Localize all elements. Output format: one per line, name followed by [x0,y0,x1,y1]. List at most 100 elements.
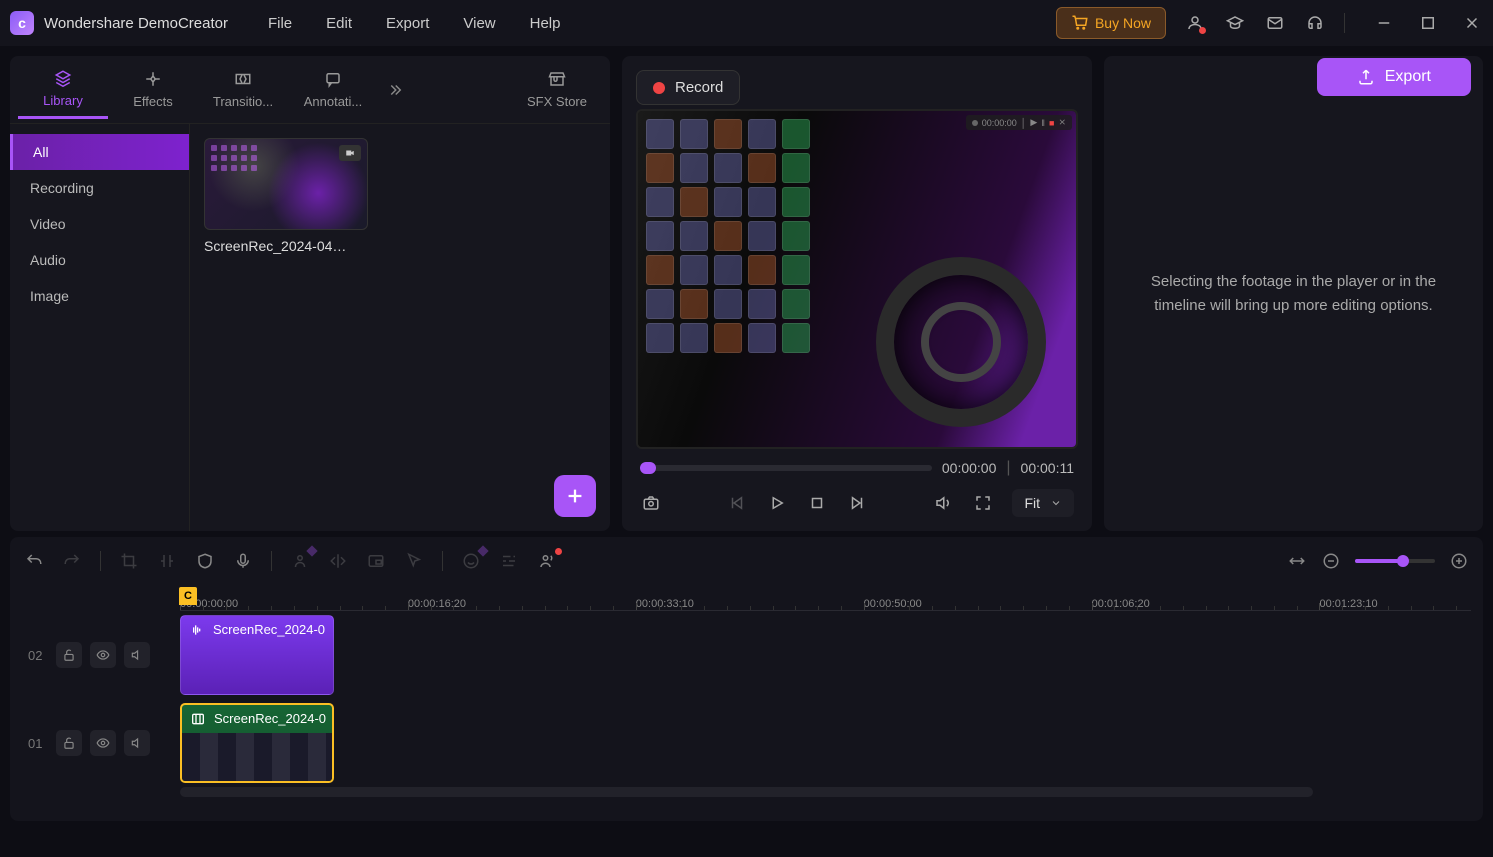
tab-sfx-label: SFX Store [527,94,587,109]
eye-icon [96,648,110,662]
annotation-icon [324,70,342,88]
menu-file[interactable]: File [268,15,292,32]
zoom-slider-thumb[interactable] [1397,555,1409,567]
clip-name: ScreenRec_2024-04… [204,238,368,254]
cat-audio[interactable]: Audio [10,242,189,278]
user-icon [1186,14,1204,32]
track-number: 02 [28,648,48,663]
snapshot-button[interactable] [640,492,662,514]
redo-icon [63,552,81,570]
person-cutout-icon [291,552,309,570]
fullscreen-button[interactable] [972,492,994,514]
track-mute-button[interactable] [124,642,150,668]
step-back-icon [728,494,746,512]
video-badge-icon [339,145,361,161]
crop-button[interactable] [119,551,139,571]
menu-edit[interactable]: Edit [326,15,352,32]
undo-button[interactable] [24,551,44,571]
current-time: 00:00:00 [942,460,997,476]
track-row-1: 01 ScreenRec_2024-0 [10,699,1483,787]
mail-button[interactable] [1264,12,1286,34]
cat-video[interactable]: Video [10,206,189,242]
export-button[interactable]: Export [1317,58,1471,96]
ai-voice-button[interactable] [537,551,557,571]
ai-cutout-button[interactable] [290,551,310,571]
track-visibility-button[interactable] [90,642,116,668]
maximize-button[interactable] [1417,12,1439,34]
redo-button[interactable] [62,551,82,571]
progress-thumb[interactable] [640,462,656,474]
minimize-button[interactable] [1373,12,1395,34]
person-voice-icon [538,552,556,570]
fit-timeline-button[interactable] [1287,551,1307,571]
preview-content [876,257,1046,427]
timeline-toolbar [10,537,1483,585]
marker-button[interactable] [195,551,215,571]
fit-dropdown[interactable]: Fit [1012,489,1074,517]
zoom-in-button[interactable] [1449,551,1469,571]
close-icon [1463,14,1481,32]
next-frame-button[interactable] [846,492,868,514]
store-icon [548,70,566,88]
mirror-button[interactable] [328,551,348,571]
user-account-button[interactable] [1184,12,1206,34]
clip-label: ScreenRec_2024-0 [214,711,328,726]
buy-now-button[interactable]: Buy Now [1056,7,1166,39]
pip-icon [367,552,385,570]
mic-icon [234,552,252,570]
preview-viewport[interactable]: 00:00:00 │▶‖■⨯ [636,109,1078,449]
tab-effects[interactable]: Effects [108,62,198,117]
transition-icon [234,70,252,88]
zoom-out-button[interactable] [1321,551,1341,571]
volume-icon [934,494,952,512]
cat-all[interactable]: All [10,134,189,170]
support-button[interactable] [1304,12,1326,34]
prev-frame-button[interactable] [726,492,748,514]
cursor-button[interactable] [404,551,424,571]
record-dot-icon [653,82,665,94]
track-row-2: 02 C ScreenRec_2024-0 [10,611,1483,699]
cat-recording[interactable]: Recording [10,170,189,206]
timeline-clip-audio[interactable]: ScreenRec_2024-0 [180,615,334,695]
track-lock-button[interactable] [56,642,82,668]
timeline-ruler[interactable]: 00:00:00:0000:00:16:2000:00:33:1000:00:5… [180,585,1471,611]
library-tabs: Library Effects Transitio... Annotati...… [10,56,610,124]
cat-image[interactable]: Image [10,278,189,314]
zoom-slider[interactable] [1355,559,1435,563]
pip-button[interactable] [366,551,386,571]
playback-progress[interactable] [640,465,932,471]
plus-icon [564,485,586,507]
stop-button[interactable] [806,492,828,514]
play-button[interactable] [766,492,788,514]
timeline-tracks: 02 C ScreenRec_2024-0 01 [10,611,1483,821]
split-button[interactable] [157,551,177,571]
volume-button[interactable] [932,492,954,514]
timeline-scrollbar[interactable] [180,787,1313,797]
menu-view[interactable]: View [463,15,495,32]
menu-help[interactable]: Help [530,15,561,32]
close-button[interactable] [1461,12,1483,34]
tab-library[interactable]: Library [18,61,108,119]
camera-icon [642,494,660,512]
clip-item[interactable]: ScreenRec_2024-04… [204,138,368,254]
record-label: Record [675,79,723,96]
track-lock-button[interactable] [56,730,82,756]
track-visibility-button[interactable] [90,730,116,756]
adjust-button[interactable] [499,551,519,571]
add-media-button[interactable] [554,475,596,517]
track-mute-button[interactable] [124,730,150,756]
menu-export[interactable]: Export [386,15,429,32]
academy-button[interactable] [1224,12,1246,34]
tab-annotations[interactable]: Annotati... [288,62,378,117]
track-number: 01 [28,736,48,751]
tabs-overflow-button[interactable] [384,79,406,101]
track-start-marker[interactable]: C [179,587,197,605]
ai-face-button[interactable] [461,551,481,571]
record-button[interactable]: Record [636,70,740,105]
tab-sfx-store[interactable]: SFX Store [512,62,602,117]
voiceover-button[interactable] [233,551,253,571]
main-menu: File Edit Export View Help [268,15,561,32]
tab-transitions[interactable]: Transitio... [198,62,288,117]
speaker-icon [130,736,144,750]
timeline-clip-video[interactable]: ScreenRec_2024-0 [180,703,334,783]
